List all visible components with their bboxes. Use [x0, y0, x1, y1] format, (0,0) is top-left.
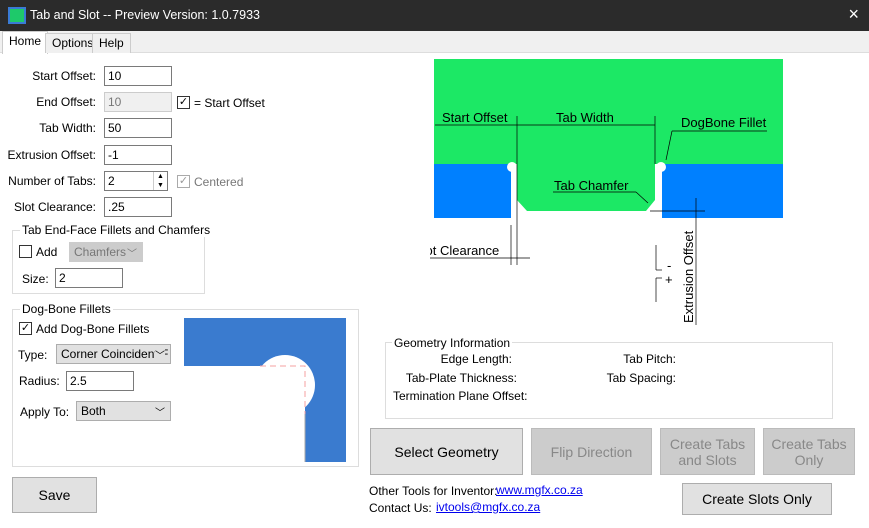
type-label: Type: [18, 348, 48, 362]
diagram-label-tab-chamfer: Tab Chamfer [554, 178, 629, 193]
dog-bone-type-value: Corner Coincident F [61, 347, 169, 361]
create-slots-only-button[interactable]: Create Slots Only [682, 483, 832, 515]
diagram-label-dogbone-fillet: DogBone Fillet [681, 115, 767, 130]
close-icon[interactable]: × [848, 4, 859, 25]
apply-to-value: Both [81, 404, 106, 418]
chevron-down-icon: ﹀ [155, 408, 165, 419]
website-link[interactable]: www.mgfx.co.za [496, 483, 583, 497]
dog-bone-preview [184, 318, 346, 462]
same-as-start-label: = Start Offset [194, 96, 265, 110]
size-label: Size: [22, 272, 49, 286]
create-tabs-and-slots-button[interactable]: Create Tabs and Slots [660, 428, 755, 475]
end-face-type-value: Chamfers [74, 245, 127, 259]
diagram-label-start-offset: Start Offset [442, 110, 508, 125]
window-title: Tab and Slot -- Preview Version: 1.0.793… [30, 8, 260, 22]
tab-plate-thickness-label: Tab-Plate Thickness: [405, 371, 517, 385]
save-button[interactable]: Save [12, 477, 97, 513]
dog-bone-type-select[interactable]: Corner Coincident F ﹀ [56, 344, 171, 364]
end-face-group-title: Tab End-Face Fillets and Chamfers [20, 223, 213, 237]
app-icon [8, 7, 26, 24]
slot-plate-left [434, 164, 511, 218]
add-dog-bone-label: Add Dog-Bone Fillets [36, 322, 150, 336]
flip-direction-button[interactable]: Flip Direction [531, 428, 652, 475]
apply-to-select[interactable]: Both ﹀ [76, 401, 171, 421]
radius-input[interactable]: 2.5 [66, 371, 134, 391]
other-tools-label: Other Tools for Inventor: [369, 484, 498, 498]
diagram-label-minus: - [667, 258, 671, 273]
tab-width-input[interactable]: 50 [104, 118, 172, 138]
stepper-arrows-icon[interactable]: ▲ ▼ [153, 172, 167, 190]
tab-bar: Home Options Help [0, 31, 869, 54]
edge-length-label: Edge Length: [440, 352, 512, 366]
create-tabs-only-button[interactable]: Create Tabs Only [763, 428, 855, 475]
chevron-down-icon: ﹀ [155, 347, 165, 362]
tab-slot-diagram: Start Offset Tab Width DogBone Fillet Ta… [430, 59, 783, 325]
diagram-label-extrusion-offset: Extrusion Offset [681, 230, 696, 323]
centered-checkbox[interactable]: ✓ [177, 175, 190, 188]
geometry-info-title: Geometry Information [392, 336, 513, 350]
diagram-label-slot-clearance: Slot Clearance [430, 243, 499, 258]
end-face-add-label: Add [36, 245, 58, 259]
termination-plane-offset-label: Termination Plane Offset: [393, 389, 528, 403]
diagram-label-tab-width: Tab Width [556, 110, 614, 125]
start-offset-label: Start Offset: [32, 69, 96, 83]
same-as-start-checkbox[interactable]: ✓ [177, 96, 190, 109]
centered-label: Centered [194, 175, 244, 189]
end-offset-input[interactable]: 10 [104, 92, 172, 112]
extrusion-offset-input[interactable]: -1 [104, 145, 172, 165]
radius-label: Radius: [19, 374, 60, 388]
end-offset-label: End Offset: [36, 95, 96, 109]
title-bar: Tab and Slot -- Preview Version: 1.0.793… [0, 0, 869, 31]
tab-help[interactable]: Help [92, 33, 131, 53]
tab-width-label: Tab Width: [39, 121, 96, 135]
select-geometry-button[interactable]: Select Geometry [370, 428, 523, 475]
contact-label: Contact Us: [369, 501, 432, 515]
slot-clearance-input[interactable]: .25 [104, 197, 172, 217]
start-offset-input[interactable]: 10 [104, 66, 172, 86]
slot-clearance-label: Slot Clearance: [13, 200, 96, 214]
dog-bone-group-title: Dog-Bone Fillets [20, 302, 113, 316]
add-dog-bone-checkbox[interactable]: ✓ [19, 322, 32, 335]
number-of-tabs-label: Number of Tabs: [8, 174, 96, 188]
tab-pitch-label: Tab Pitch: [623, 352, 676, 366]
end-face-type-select[interactable]: Chamfers ﹀ [69, 242, 143, 262]
chevron-down-icon: ﹀ [127, 249, 137, 260]
apply-to-label: Apply To: [20, 405, 70, 419]
email-link[interactable]: ivtools@mgfx.co.za [436, 500, 540, 514]
tab-home[interactable]: Home [2, 31, 49, 54]
tab-spacing-label: Tab Spacing: [606, 371, 676, 385]
end-face-add-checkbox[interactable] [19, 245, 32, 258]
slot-plate-right [662, 164, 783, 218]
extrusion-offset-label: Extrusion Offset: [7, 148, 96, 162]
size-input[interactable]: 2 [55, 268, 123, 288]
diagram-label-plus: + [665, 272, 673, 287]
